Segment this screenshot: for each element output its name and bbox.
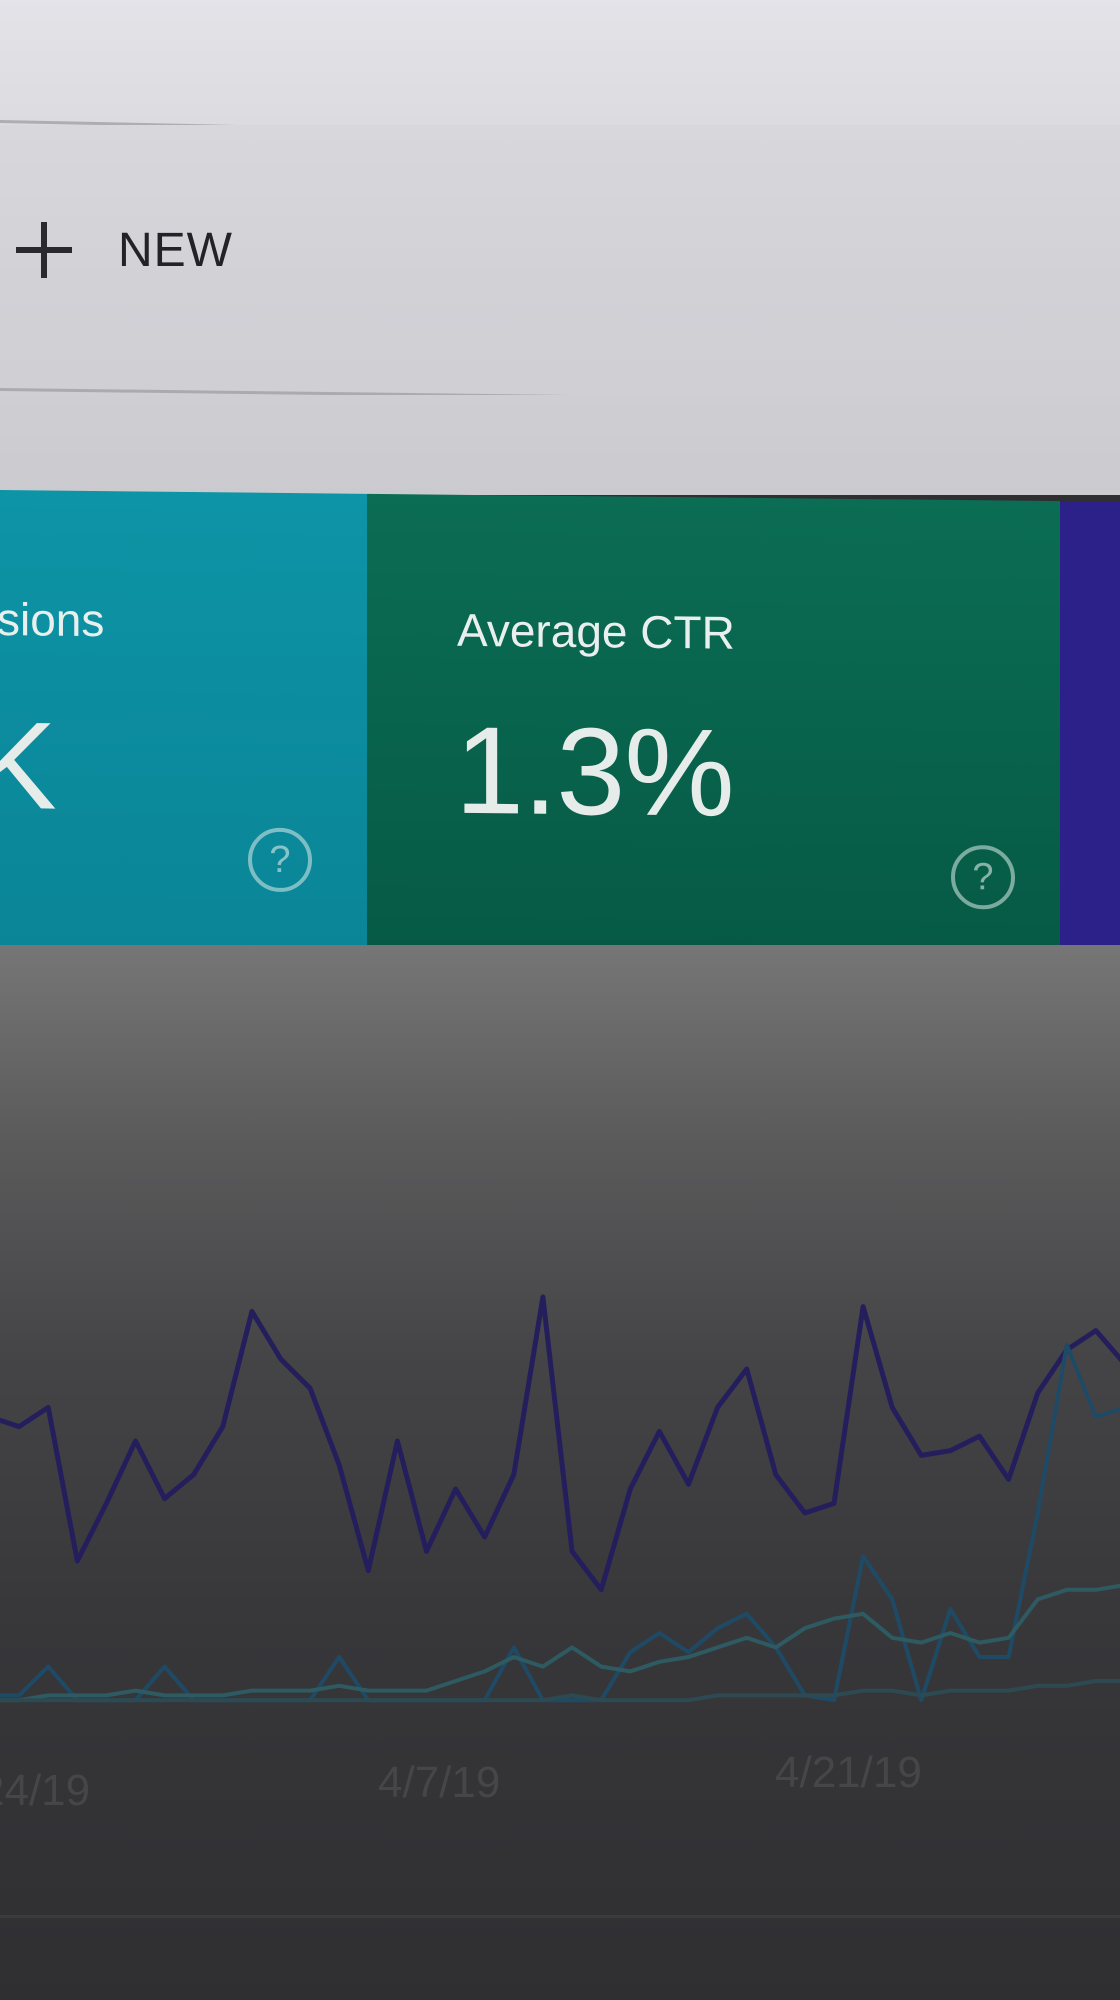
metric-card-impressions[interactable]: ssions K ?	[0, 489, 367, 949]
x-tick-label: 24/19	[0, 1766, 90, 1815]
x-tick-label: 4/21/19	[775, 1748, 922, 1797]
metric-value: K	[0, 696, 56, 836]
x-tick-label: 4/7/19	[378, 1758, 500, 1807]
chart-series-line-1	[0, 1294, 1120, 1593]
metric-cards: ssions K ? Average CTR 1.3% ?	[0, 489, 1120, 957]
help-icon[interactable]: ?	[248, 827, 312, 893]
chart-series-line-2	[0, 1343, 1120, 1703]
metric-card-average-ctr[interactable]: Average CTR 1.3% ?	[367, 493, 1060, 957]
chart-series-line-3	[0, 1583, 1120, 1703]
metric-label: ssions	[0, 592, 105, 647]
metric-value: 1.3%	[455, 701, 734, 843]
plus-icon	[14, 220, 74, 280]
top-bar	[0, 0, 1120, 125]
new-button-label: NEW	[118, 223, 233, 277]
performance-chart: 24/19 4/7/19 4/21/19	[0, 1294, 1120, 1815]
new-filter-button[interactable]: NEW	[14, 215, 233, 285]
search-console-performance-screen: NEW ssions K ? Average CTR 1.3% ? 24/19 4…	[0, 0, 1120, 2000]
metric-card-average-position[interactable]	[1060, 501, 1120, 957]
metric-label: Average CTR	[457, 603, 735, 659]
help-icon[interactable]: ?	[951, 844, 1015, 910]
toolbar-spacer	[0, 395, 1120, 495]
chart-bottom-rule	[0, 1915, 1120, 1918]
